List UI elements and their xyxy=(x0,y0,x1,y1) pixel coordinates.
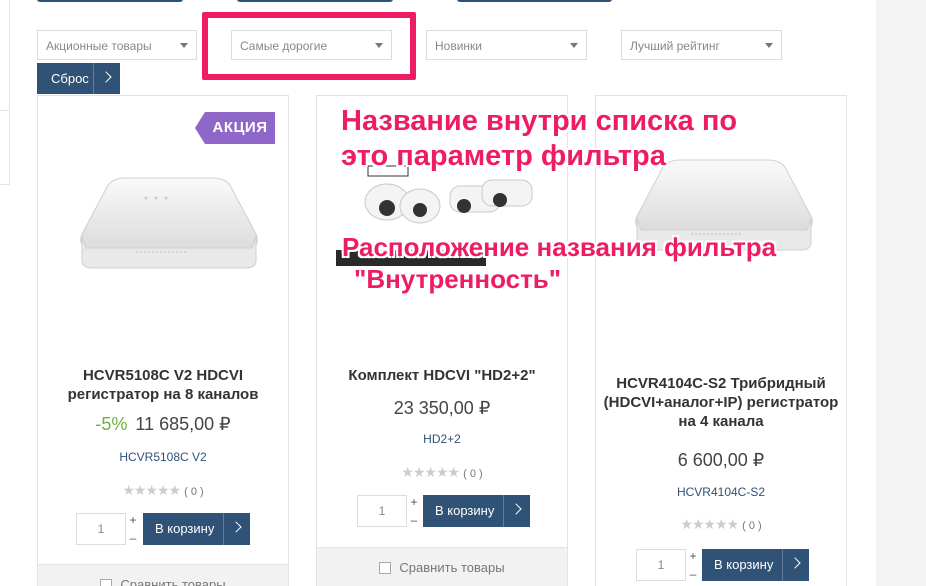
annotation-text-top: Название внутри списка по это параметр ф… xyxy=(341,104,737,174)
compare-label: Сравнить товары xyxy=(120,577,226,586)
product-price-row: -5% 11 685,00 ₽ xyxy=(38,414,288,435)
annotation-line: это параметр фильтра xyxy=(341,140,666,172)
decrement-button[interactable]: – xyxy=(409,513,419,527)
increment-button[interactable]: + xyxy=(409,495,419,509)
product-price: 11 685,00 ₽ xyxy=(135,414,231,434)
compare-label: Сравнить товары xyxy=(399,560,505,575)
filter-select-promo[interactable]: Акционные товары xyxy=(37,30,197,60)
annotation-line: "Внутренность" xyxy=(354,264,562,294)
chevron-right-icon xyxy=(230,521,242,533)
cart-label: В корзину xyxy=(435,503,495,518)
product-rating: ★★★★★( 0 ) xyxy=(38,482,288,499)
top-button[interactable] xyxy=(457,0,612,2)
add-to-cart-button[interactable]: В корзину xyxy=(143,513,250,545)
top-button[interactable] xyxy=(37,0,183,2)
rating-count: ( 0 ) xyxy=(742,520,762,532)
button-divider xyxy=(93,63,94,94)
rating-count: ( 0 ) xyxy=(184,486,204,498)
product-card: АКЦИЯ HCVR5108C V2 HDCVI регистратор на … xyxy=(37,95,289,586)
product-rating: ★★★★★( 0 ) xyxy=(596,516,846,533)
product-sku[interactable]: HCVR4104C-S2 xyxy=(596,485,846,499)
right-gutter xyxy=(876,0,926,586)
annotation-highlight-box xyxy=(202,12,416,80)
filter-select-rating[interactable]: Лучший рейтинг xyxy=(621,30,782,60)
product-sku[interactable]: HD2+2 xyxy=(317,432,567,446)
filter-select-value: Лучший рейтинг xyxy=(630,39,720,53)
compare-row[interactable]: Сравнить товары xyxy=(317,547,567,586)
button-divider xyxy=(223,513,224,545)
decrement-button[interactable]: – xyxy=(128,531,138,545)
cart-label: В корзину xyxy=(155,521,215,536)
reset-label: Сброс xyxy=(51,71,89,86)
product-sku[interactable]: HCVR5108C V2 xyxy=(38,450,288,464)
product-title[interactable]: HCVR4104C-S2 Трибридный (HDCVI+аналог+IP… xyxy=(596,374,846,431)
caret-down-icon xyxy=(765,43,773,48)
reset-button[interactable]: Сброс xyxy=(37,63,120,94)
filter-bar: Акционные товары Самые дорогие Новинки Л… xyxy=(0,30,876,60)
chevron-right-icon xyxy=(100,71,112,83)
product-price: 23 350,00 ₽ xyxy=(393,398,491,418)
increment-button[interactable]: + xyxy=(128,513,138,527)
sale-badge: АКЦИЯ xyxy=(195,112,275,144)
add-to-cart-button[interactable]: В корзину xyxy=(423,495,530,527)
annotation-line: Расположение названия фильтра xyxy=(342,232,777,262)
rating-count: ( 0 ) xyxy=(463,468,483,480)
annotation-text-bottom: Расположение названия фильтра "Внутренно… xyxy=(342,231,776,295)
filter-select-new[interactable]: Новинки xyxy=(426,30,587,60)
button-divider xyxy=(782,549,783,581)
product-title[interactable]: Комплект HDCVI "HD2+2" xyxy=(317,366,567,385)
star-icon: ★★★★★ xyxy=(401,464,460,480)
product-title[interactable]: HCVR5108C V2 HDCVI регистратор на 8 кана… xyxy=(38,366,288,404)
chevron-right-icon xyxy=(510,503,522,515)
increment-button[interactable]: + xyxy=(688,549,698,563)
filter-select-value: Новинки xyxy=(435,39,482,53)
quantity-input[interactable]: 1 xyxy=(636,549,686,581)
quantity-input[interactable]: 1 xyxy=(357,495,407,527)
caret-down-icon xyxy=(180,43,188,48)
star-icon: ★★★★★ xyxy=(680,516,739,532)
product-rating: ★★★★★( 0 ) xyxy=(317,464,567,481)
filter-select-value: Акционные товары xyxy=(46,39,152,53)
compare-checkbox[interactable] xyxy=(100,579,113,586)
cart-label: В корзину xyxy=(714,557,774,572)
button-divider xyxy=(503,495,504,527)
caret-down-icon xyxy=(570,43,578,48)
compare-row[interactable]: Сравнить товары xyxy=(38,564,288,586)
product-price: 6 600,00 ₽ xyxy=(677,450,765,470)
annotation-line: Название внутри списка по xyxy=(341,105,738,137)
left-sidebar-block xyxy=(0,110,10,185)
add-to-cart-button[interactable]: В корзину xyxy=(702,549,809,581)
discount-label: -5% xyxy=(95,414,128,434)
top-button[interactable] xyxy=(237,0,393,2)
dvr-product-image[interactable] xyxy=(76,174,262,284)
quantity-input[interactable]: 1 xyxy=(76,513,126,545)
decrement-button[interactable]: – xyxy=(688,567,698,581)
page: Акционные товары Самые дорогие Новинки Л… xyxy=(0,0,926,586)
compare-checkbox[interactable] xyxy=(379,562,392,574)
chevron-right-icon xyxy=(789,557,801,569)
star-icon: ★★★★★ xyxy=(122,482,181,498)
